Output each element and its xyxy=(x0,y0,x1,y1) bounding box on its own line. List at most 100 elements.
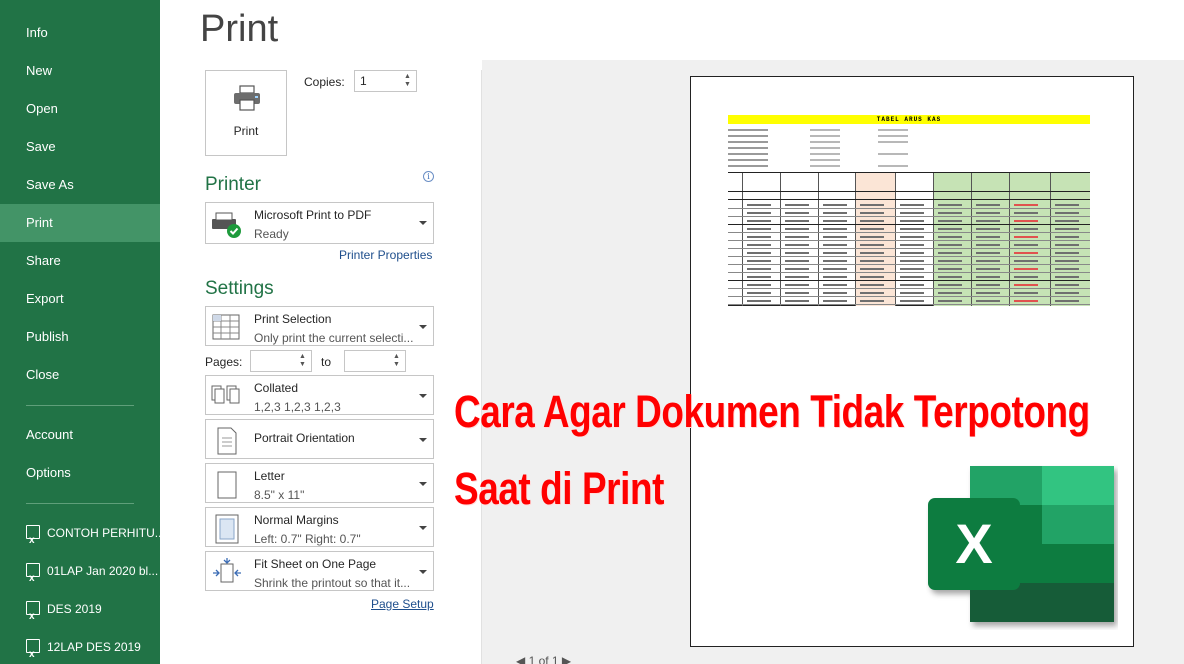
table-cell xyxy=(1014,236,1038,238)
table-row xyxy=(728,208,1090,209)
nav-info[interactable]: Info xyxy=(0,14,160,52)
table-cell xyxy=(1055,236,1079,238)
table-cell xyxy=(785,228,809,230)
printer-properties-link[interactable]: Printer Properties xyxy=(339,248,432,262)
table-cell xyxy=(900,204,924,206)
paper-size-icon xyxy=(217,471,237,499)
table-cell xyxy=(823,244,847,246)
table-cell xyxy=(938,268,962,270)
table-cell xyxy=(976,244,1000,246)
print-what-select[interactable]: Print Selection Only print the current s… xyxy=(205,306,434,346)
table-cell xyxy=(1014,252,1038,254)
collate-select[interactable]: Collated 1,2,3 1,2,3 1,2,3 xyxy=(205,375,434,415)
nav-open[interactable]: Open xyxy=(0,90,160,128)
table-cell xyxy=(823,276,847,278)
table-cell xyxy=(860,284,884,286)
paper-size-title: Letter xyxy=(254,469,285,483)
chevron-down-icon xyxy=(419,325,427,329)
table-row xyxy=(728,232,1090,233)
table-cell xyxy=(1055,212,1079,214)
table-cell xyxy=(785,268,809,270)
print-what-sub: Only print the current selecti... xyxy=(254,331,414,345)
table-cell xyxy=(1055,252,1079,254)
table-cell xyxy=(976,276,1000,278)
nav-export[interactable]: Export xyxy=(0,280,160,318)
table-cell xyxy=(1055,268,1079,270)
copies-input[interactable]: 1 ▲ ▼ xyxy=(354,70,417,92)
table-cell xyxy=(900,236,924,238)
nav-save-as[interactable]: Save As xyxy=(0,166,160,204)
table-row xyxy=(728,272,1090,273)
excel-file-icon xyxy=(26,636,40,664)
paper-size-sub: 8.5" x 11" xyxy=(254,488,305,502)
table-cell xyxy=(785,300,809,302)
sheet-header-text xyxy=(728,153,768,155)
paper-size-select[interactable]: Letter 8.5" x 11" xyxy=(205,463,434,503)
table-cell xyxy=(747,212,771,214)
table-cell xyxy=(1055,220,1079,222)
table-cell xyxy=(785,236,809,238)
recent-file-label: DES 2019 xyxy=(47,602,102,616)
table-cell xyxy=(938,236,962,238)
cash-flow-table xyxy=(728,172,1090,306)
margins-select[interactable]: Normal Margins Left: 0.7" Right: 0.7" xyxy=(205,507,434,547)
sheet-header-text xyxy=(878,165,908,167)
table-row xyxy=(728,304,1090,305)
page-setup-link[interactable]: Page Setup xyxy=(371,597,434,611)
collated-pages-icon xyxy=(211,385,240,404)
table-cell xyxy=(976,260,1000,262)
table-cell xyxy=(1014,284,1038,286)
table-cell xyxy=(860,244,884,246)
print-button[interactable]: Print xyxy=(205,70,287,156)
chevron-down-icon xyxy=(419,221,427,225)
recent-file[interactable]: CONTOH PERHITU... xyxy=(0,514,160,552)
nav-save[interactable]: Save xyxy=(0,128,160,166)
preview-pager[interactable]: ◀ 1 of 1 ▶ xyxy=(516,654,571,664)
table-cell xyxy=(785,220,809,222)
table-cell xyxy=(938,276,962,278)
table-cell xyxy=(1055,284,1079,286)
copies-spinner[interactable]: ▲ ▼ xyxy=(404,73,414,89)
nav-options[interactable]: Options xyxy=(0,454,160,492)
pages-from-spinner[interactable]: ▲ ▼ xyxy=(299,353,309,369)
table-cell xyxy=(860,220,884,222)
collate-sub: 1,2,3 1,2,3 1,2,3 xyxy=(254,400,341,414)
collate-title: Collated xyxy=(254,381,299,395)
print-what-title: Print Selection xyxy=(254,312,332,326)
excel-file-icon xyxy=(26,560,40,590)
pages-to-spinner[interactable]: ▲ ▼ xyxy=(393,353,403,369)
recent-file[interactable]: 01LAP Jan 2020 bl... xyxy=(0,552,160,590)
table-cell xyxy=(1014,228,1038,230)
orientation-select[interactable]: Portrait Orientation xyxy=(205,419,434,459)
table-cell xyxy=(976,212,1000,214)
nav-close[interactable]: Close xyxy=(0,356,160,394)
scaling-title: Fit Sheet on One Page xyxy=(254,557,377,571)
table-cell xyxy=(823,268,847,270)
nav-print[interactable]: Print xyxy=(0,204,160,242)
printer-status: Ready xyxy=(254,227,289,241)
table-cell xyxy=(747,300,771,302)
table-cell xyxy=(747,204,771,206)
recent-file[interactable]: 12LAP DES 2019 xyxy=(0,628,160,664)
table-header-line xyxy=(728,191,1090,192)
info-icon[interactable]: i xyxy=(423,171,434,182)
table-cell xyxy=(860,212,884,214)
printer-select[interactable]: Microsoft Print to PDF Ready xyxy=(205,202,434,244)
sheet-header-text xyxy=(810,129,840,131)
table-cell xyxy=(860,292,884,294)
table-cell xyxy=(976,252,1000,254)
scaling-select[interactable]: Fit Sheet on One Page Shrink the printou… xyxy=(205,551,434,591)
recent-file[interactable]: DES 2019 xyxy=(0,590,160,628)
pages-to-input[interactable]: ▲ ▼ xyxy=(344,350,406,372)
table-cell xyxy=(1055,300,1079,302)
table-cell xyxy=(860,260,884,262)
nav-share[interactable]: Share xyxy=(0,242,160,280)
nav-account[interactable]: Account xyxy=(0,416,160,454)
nav-new[interactable]: New xyxy=(0,52,160,90)
table-cell xyxy=(1055,260,1079,262)
table-cell xyxy=(938,300,962,302)
nav-publish[interactable]: Publish xyxy=(0,318,160,356)
chevron-down-icon xyxy=(419,570,427,574)
table-header-line xyxy=(728,199,1090,200)
pages-from-input[interactable]: ▲ ▼ xyxy=(250,350,312,372)
